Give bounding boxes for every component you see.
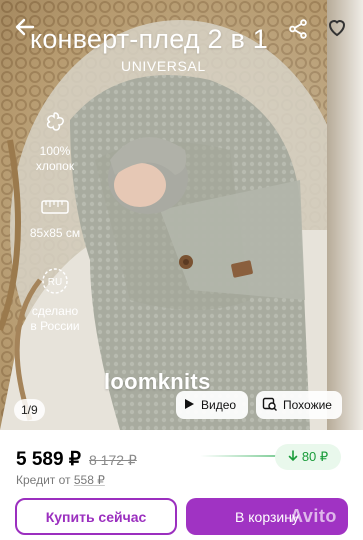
ru-badge-icon: RU (40, 266, 70, 300)
listing-title: конверт-плед 2 в 1 (30, 24, 268, 54)
video-button[interactable]: Видео (176, 391, 248, 419)
video-button-label: Видео (201, 398, 237, 412)
photo-edge-strip (327, 0, 363, 430)
share-button[interactable] (283, 16, 313, 46)
feature-origin: RU сделано в России (22, 266, 88, 334)
product-screen: конверт-плед 2 в 1 UNIVERSAL 100% хлопок… (0, 0, 363, 540)
image-search-icon (262, 396, 278, 415)
feature-origin-label: сделано в России (30, 304, 80, 333)
credit-value: 558 ₽ (73, 473, 105, 487)
play-icon (182, 397, 196, 414)
favorite-button[interactable] (322, 14, 352, 44)
feature-size: 85x85 см (22, 196, 88, 241)
feature-cotton-label: 100% хлопок (35, 144, 75, 173)
share-icon (287, 18, 309, 45)
buy-now-button[interactable]: Купить сейчас (15, 498, 177, 535)
arrow-down-icon (288, 449, 298, 465)
heart-icon (325, 15, 349, 44)
bonus-badge[interactable]: 80 ₽ (275, 444, 341, 470)
bonus-decoration-line (200, 455, 280, 457)
old-price: 8 172 ₽ (89, 452, 137, 468)
credit-info[interactable]: Кредит от 558 ₽ (16, 473, 105, 487)
photo-counter: 1/9 (14, 399, 45, 421)
measuring-tape-icon (40, 196, 70, 222)
similar-button-label: Похожие (283, 398, 332, 412)
cotton-icon (42, 110, 68, 140)
svg-text:RU: RU (48, 277, 62, 288)
similar-button[interactable]: Похожие (256, 391, 342, 419)
price-sheet: 5 589 ₽ 8 172 ₽ 80 ₽ Кредит от 558 ₽ Куп… (0, 430, 363, 540)
bonus-value: 80 ₽ (301, 449, 329, 464)
listing-subtitle: UNIVERSAL (121, 58, 206, 74)
feature-cotton: 100% хлопок (22, 110, 88, 174)
avito-watermark: Avito (290, 506, 337, 526)
credit-prefix: Кредит от (16, 473, 71, 487)
feature-size-label: 85x85 см (29, 226, 81, 240)
current-price: 5 589 ₽ (16, 449, 81, 470)
